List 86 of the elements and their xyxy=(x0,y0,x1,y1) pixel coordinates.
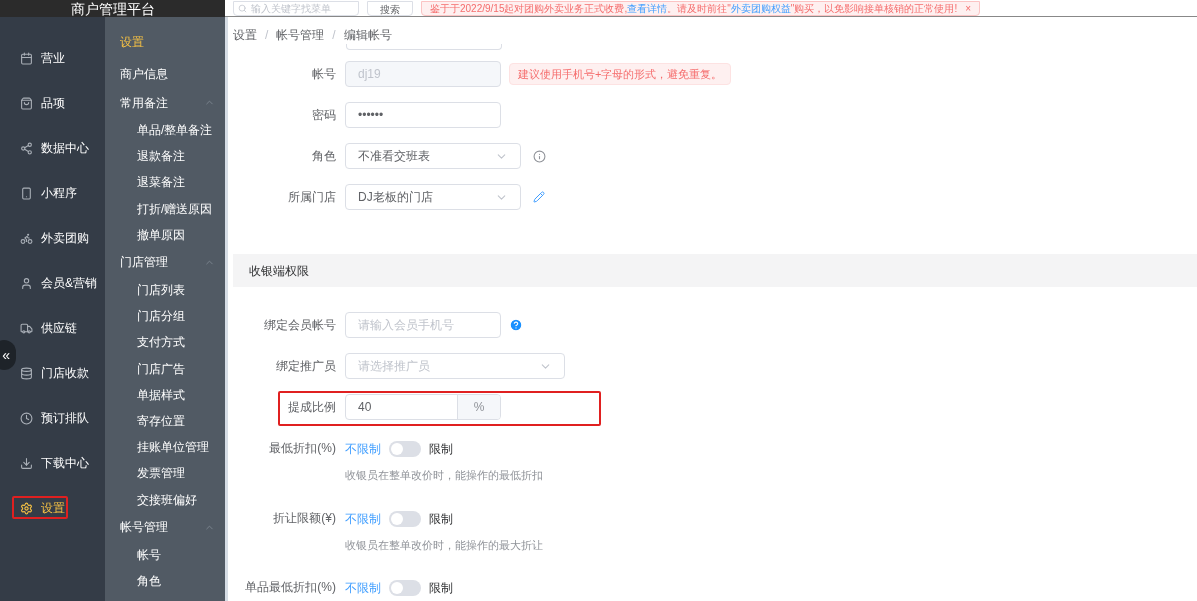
field-label: 绑定推广员 xyxy=(276,359,336,373)
submenu-item[interactable]: 挂账单位管理 xyxy=(120,434,225,461)
submenu-item[interactable]: 帐号管理 xyxy=(120,512,225,542)
nav-item[interactable]: 下载中心 xyxy=(20,454,89,472)
breadcrumb-separator: / xyxy=(265,27,269,44)
clock-icon xyxy=(20,411,33,425)
switch-label: 不限制 xyxy=(345,441,381,458)
field-label: 绑定会员帐号 xyxy=(264,318,336,332)
field-label: 密码 xyxy=(312,108,336,122)
unit-addon: % xyxy=(457,395,500,419)
submenu-item[interactable]: 单品/整单备注 xyxy=(120,117,225,144)
search-icon xyxy=(238,4,247,13)
nav-item[interactable]: 预订排队 xyxy=(20,409,89,427)
switch-label: 限制 xyxy=(429,580,453,597)
submenu-item[interactable]: 门店列表 xyxy=(120,276,225,304)
breadcrumb-item[interactable]: 设置 xyxy=(233,26,257,44)
submenu-item[interactable]: 寄存位置 xyxy=(120,407,225,435)
download-icon xyxy=(20,456,33,470)
help-icon[interactable] xyxy=(509,318,523,332)
toggle-switch[interactable] xyxy=(389,510,421,527)
text-field[interactable]: •••••• xyxy=(345,102,501,128)
select-field[interactable]: 不准看交班表 xyxy=(345,143,521,169)
bag-icon xyxy=(20,96,33,110)
nav-item[interactable]: 品项 xyxy=(20,94,65,112)
submenu-item[interactable]: 门店广告 xyxy=(120,355,225,382)
submenu-item[interactable]: 商户信息 xyxy=(120,59,225,88)
phone-icon xyxy=(20,186,33,200)
submenu-item[interactable]: 角色 xyxy=(120,567,225,594)
breadcrumb-separator: / xyxy=(332,27,336,44)
nav-item[interactable]: 供应链 xyxy=(20,319,77,337)
submenu-item[interactable]: 发票管理 xyxy=(120,460,225,487)
field-label: 单品最低折扣(%) xyxy=(245,580,336,594)
bike-icon xyxy=(20,231,33,245)
submenu-title: 设置 xyxy=(120,34,145,51)
breadcrumb-item[interactable]: 帐号管理 xyxy=(276,26,325,44)
switch-label: 限制 xyxy=(429,441,453,458)
settings-icon xyxy=(20,501,33,515)
brand-header: 商户管理平台 xyxy=(0,0,225,17)
toggle-switch[interactable] xyxy=(389,580,421,596)
database-icon xyxy=(20,366,33,380)
tip-badge: 建议使用手机号+字母的形式，避免重复。 xyxy=(509,62,732,86)
toggle-switch[interactable] xyxy=(389,441,421,457)
field-label: 提成比例 xyxy=(288,400,336,414)
switch-label: 不限制 xyxy=(345,510,381,528)
switch-label: 不限制 xyxy=(345,580,381,597)
section-header: 收银端权限 xyxy=(233,254,1197,287)
submenu-item[interactable]: 门店管理 xyxy=(120,247,225,277)
calendar-icon xyxy=(20,51,33,65)
field-label: 角色 xyxy=(312,149,336,163)
hint-text: 收银员在整单改价时，能操作的最大折让 xyxy=(345,537,543,553)
notice-text: 鉴于于2022/9/15起对团购外卖业务正式收费,查看详情。请及时前往"外卖团购权益"购买，以免影响接单核销的正常使用! xyxy=(430,2,958,16)
search-button[interactable]: 搜索 xyxy=(367,1,413,16)
nav-item[interactable]: 门店收款 xyxy=(20,364,89,382)
submenu-item[interactable]: 帐号 xyxy=(120,541,225,568)
submenu-item[interactable]: 交接班偏好 xyxy=(120,486,225,513)
submenu-item[interactable]: 退菜备注 xyxy=(120,169,225,196)
pencil-icon[interactable] xyxy=(533,191,545,203)
share-icon xyxy=(20,141,33,155)
field-label: 所属门店 xyxy=(288,190,336,204)
breadcrumb-item: 编辑帐号 xyxy=(343,27,392,44)
nav-item[interactable]: 会员&营销 xyxy=(20,274,97,292)
user-icon xyxy=(20,276,33,290)
percent-field[interactable]: 40 % xyxy=(345,394,501,420)
submenu-item[interactable]: 常用备注 xyxy=(120,88,225,117)
field-label: 帐号 xyxy=(312,67,336,81)
collapse-button[interactable]: « xyxy=(0,340,16,370)
text-field[interactable]: 请输入会员手机号 xyxy=(345,312,501,338)
field-label: 折让限额(¥) xyxy=(273,510,336,525)
nav-item[interactable]: 小程序 xyxy=(20,184,77,202)
submenu-item[interactable]: 退款备注 xyxy=(120,143,225,170)
submenu-item[interactable]: 打折/赠送原因 xyxy=(120,195,225,222)
submenu-item[interactable]: 单据样式 xyxy=(120,381,225,408)
highlight-frame xyxy=(12,496,68,519)
nav-item[interactable]: 数据中心 xyxy=(20,139,89,157)
nav-item[interactable]: 营业 xyxy=(20,49,65,67)
hint-text: 收银员在整单改价时，能操作的最低折扣 xyxy=(345,468,543,483)
submenu-item[interactable]: 撤单原因 xyxy=(120,221,225,248)
submenu-item[interactable]: 支付方式 xyxy=(120,329,225,356)
nav-item[interactable]: 设置 xyxy=(20,499,65,517)
switch-label: 限制 xyxy=(429,510,453,528)
truck-icon xyxy=(20,321,33,335)
info-icon[interactable] xyxy=(533,149,546,163)
field-label: 最低折扣(%) xyxy=(269,441,336,455)
submenu-item[interactable]: 门店分组 xyxy=(120,303,225,330)
select-field[interactable]: DJ老板的门店 xyxy=(345,184,521,210)
nav-item[interactable]: 外卖团购 xyxy=(20,229,89,247)
